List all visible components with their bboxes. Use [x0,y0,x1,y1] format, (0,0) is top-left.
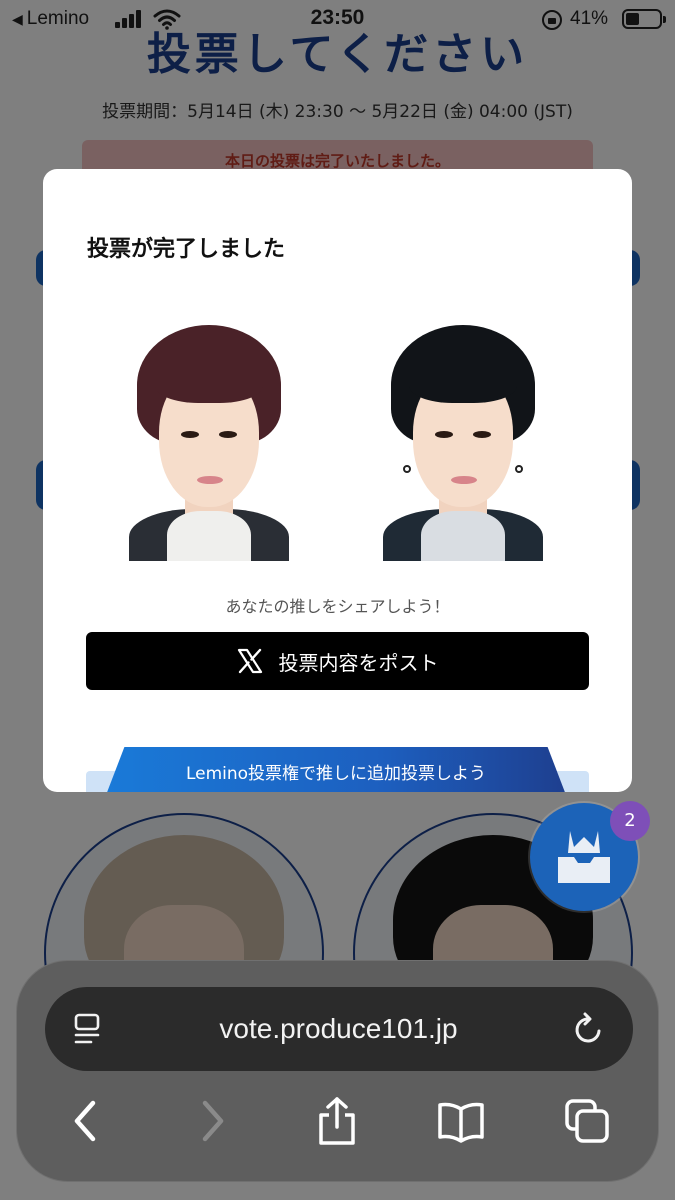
photo-collar [421,511,505,561]
photo-fringe [409,359,517,403]
photo-earring [515,465,523,473]
extra-vote-banner[interactable]: Lemino投票権で推しに追加投票しよう [86,747,589,792]
post-to-x-button[interactable]: 投票内容をポスト [86,632,589,690]
photo-collar [167,511,251,561]
forward-arrow-icon[interactable] [189,1097,237,1145]
voted-trainee-photo [123,319,295,561]
battery-icon [622,9,666,29]
browser-toolbar: vote.produce101.jp [16,960,659,1182]
reload-icon[interactable] [573,1011,605,1045]
ballot-count-badge: 2 [610,801,650,841]
photo-eye [219,431,237,438]
post-button-label: 投票内容をポスト [278,650,439,675]
battery-percent: 41% [570,8,609,29]
photo-lips [197,476,223,484]
x-logo-icon [237,648,263,674]
share-caption: あなたの推しをシェアしよう！ [225,597,450,616]
bookmarks-icon[interactable] [437,1097,485,1145]
extra-vote-banner-label: Lemino投票権で推しに追加投票しよう [106,747,566,792]
photo-fringe [155,359,263,403]
back-arrow-icon[interactable] [61,1097,109,1145]
photo-eye [181,431,199,438]
tabs-icon[interactable] [563,1097,611,1145]
status-bar: ◀ Lemino 23:50 41% [0,0,675,38]
photo-eye [473,431,491,438]
url-text[interactable]: vote.produce101.jp [17,1013,660,1045]
photo-eye [435,431,453,438]
vote-complete-modal: 投票が完了しました あなたの推しをシェアしよう！ 投票内容をポスト Lemino… [43,169,632,792]
modal-title: 投票が完了しました [87,237,286,262]
ballot-box-icon [558,831,610,883]
voted-trainee-photo [377,319,549,561]
photo-lips [451,476,477,484]
photo-earring [403,465,411,473]
orientation-lock-icon [542,10,562,30]
share-icon[interactable] [313,1097,361,1145]
